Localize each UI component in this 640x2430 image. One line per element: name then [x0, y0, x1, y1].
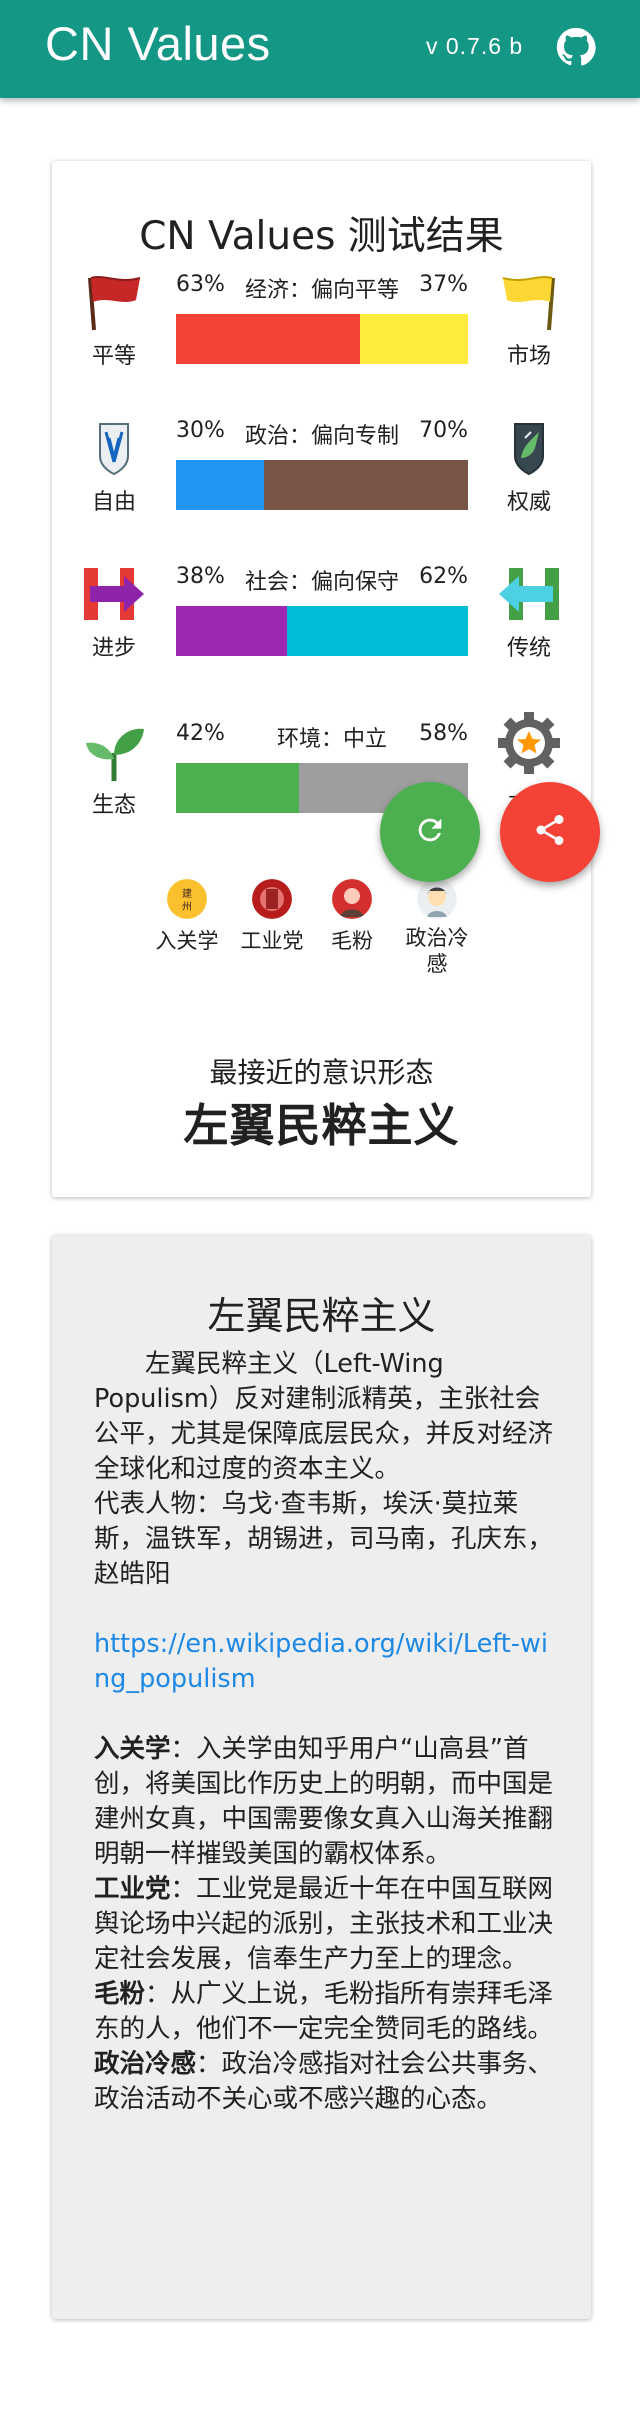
label-chip: 毛粉: [322, 879, 382, 955]
red-flag-icon: [80, 272, 148, 332]
label-chip: 建州 入关学: [152, 879, 222, 955]
result-card: CN Values 测试结果 平等 63% 经济：偏向平等 37% 市场 自由 …: [52, 161, 591, 1197]
svg-text:州: 州: [182, 901, 192, 913]
right-percent: 70%: [419, 418, 468, 443]
gongyedang-avatar: [252, 879, 292, 919]
term-entry: 政治冷感：政治冷感指对社会公共事务、政治活动不关心或不感兴趣的心态。: [94, 2047, 554, 2117]
h-arrow-left-icon: [495, 564, 563, 624]
description-card: 左翼民粹主义 左翼民粹主义（Left-Wing Populism）反对建制派精英…: [52, 1235, 591, 2319]
share-icon: [532, 812, 568, 852]
apathy-avatar: [417, 879, 457, 919]
app-title: CN Values: [45, 17, 271, 70]
term-entry: 毛粉：从广义上说，毛粉指所有崇拜毛泽东的人，他们不一定完全赞同毛的路线。: [94, 1977, 554, 2047]
axis-right-label: 传统: [506, 636, 551, 661]
version-label: v 0.7.6 b: [426, 33, 524, 59]
bar-left-segment: [176, 314, 360, 364]
right-percent: 58%: [419, 721, 468, 746]
right-percent: 37%: [419, 272, 468, 297]
axis-bar: [176, 314, 468, 364]
label-text: 毛粉: [331, 929, 373, 953]
label-text: 工业党: [240, 929, 304, 953]
term-name: 入关学: [94, 1734, 171, 1764]
bar-left-segment: [176, 460, 264, 510]
term-entry: 工业党：工业党是最近十年在中国互联网舆论场中兴起的派别，主张技术和工业决定社会发…: [94, 1872, 554, 1977]
label-text: 入关学: [155, 929, 219, 953]
label-list: 建州 入关学 工业党 毛粉 政治冷感: [152, 879, 532, 989]
refresh-button[interactable]: [380, 782, 480, 882]
wikipedia-link[interactable]: https://en.wikipedia.org/wiki/Left-wing_…: [94, 1627, 554, 1697]
description-title: 左翼民粹主义: [207, 1294, 436, 1338]
term-entry: 入关学：入关学由知乎用户“山高县”首创，将美国比作历史上的明朝，而中国是建州女真…: [94, 1732, 554, 1872]
bar-right-segment: [286, 606, 468, 656]
ruguan-avatar: 建州: [167, 879, 207, 919]
wings-emblem-icon: [80, 418, 148, 478]
axis-society: 进步 38% 社会：偏向保守 62% 传统: [52, 564, 591, 674]
label-chip: 工业党: [232, 879, 312, 955]
sprout-icon: [80, 723, 148, 783]
bar-right-segment: [359, 314, 468, 364]
term-text: ：从广义上说，毛粉指所有崇拜毛泽东的人，他们不一定完全赞同毛的路线。: [94, 1979, 554, 2044]
axis-left-label: 进步: [91, 636, 136, 661]
axis-left-label: 生态: [91, 793, 136, 818]
app-bar: CN Values v 0.7.6 b: [0, 0, 640, 98]
maofen-avatar: [332, 879, 372, 919]
axis-left-label: 自由: [91, 490, 136, 515]
right-percent: 62%: [419, 564, 468, 589]
gear-star-icon: [495, 711, 563, 774]
share-button[interactable]: [500, 782, 600, 882]
closest-caption: 最接近的意识形态: [209, 1056, 434, 1089]
result-title: CN Values 测试结果: [139, 214, 504, 259]
bar-left-segment: [176, 606, 287, 656]
representative-figures: 代表人物：乌戈·查韦斯，埃沃·莫拉莱斯，温铁军，胡锡进，司马南，孔庆东，赵皓阳: [94, 1489, 554, 1589]
unicorn-emblem-icon: [495, 418, 563, 478]
axis-politics: 自由 30% 政治：偏向专制 70% 权威: [52, 418, 591, 528]
axis-right-label: 市场: [506, 344, 551, 369]
description-intro: 左翼民粹主义（Left-Wing Populism）反对建制派精英，主张社会公平…: [94, 1349, 554, 1484]
label-chip: 政治冷感: [397, 879, 477, 977]
axis-right-label: 权威: [506, 490, 551, 515]
svg-text:建: 建: [182, 887, 192, 900]
term-name: 工业党: [94, 1874, 171, 1904]
refresh-icon: [413, 813, 447, 851]
yellow-flag-icon: [495, 272, 563, 332]
term-name: 政治冷感: [94, 2049, 197, 2079]
axis-economy: 平等 63% 经济：偏向平等 37% 市场: [52, 272, 591, 382]
description-body: 左翼民粹主义（Left-Wing Populism）反对建制派精英，主张社会公平…: [94, 1347, 554, 2117]
bar-left-segment: [176, 763, 299, 813]
github-icon[interactable]: [556, 27, 596, 67]
label-text: 政治冷感: [405, 926, 469, 976]
term-name: 毛粉: [94, 1979, 146, 2009]
axis-left-label: 平等: [91, 344, 136, 369]
bar-right-segment: [263, 460, 468, 510]
axis-bar: [176, 460, 468, 510]
closest-ideology: 左翼民粹主义: [183, 1099, 460, 1152]
axis-bar: [176, 606, 468, 656]
h-arrow-right-icon: [80, 564, 148, 624]
